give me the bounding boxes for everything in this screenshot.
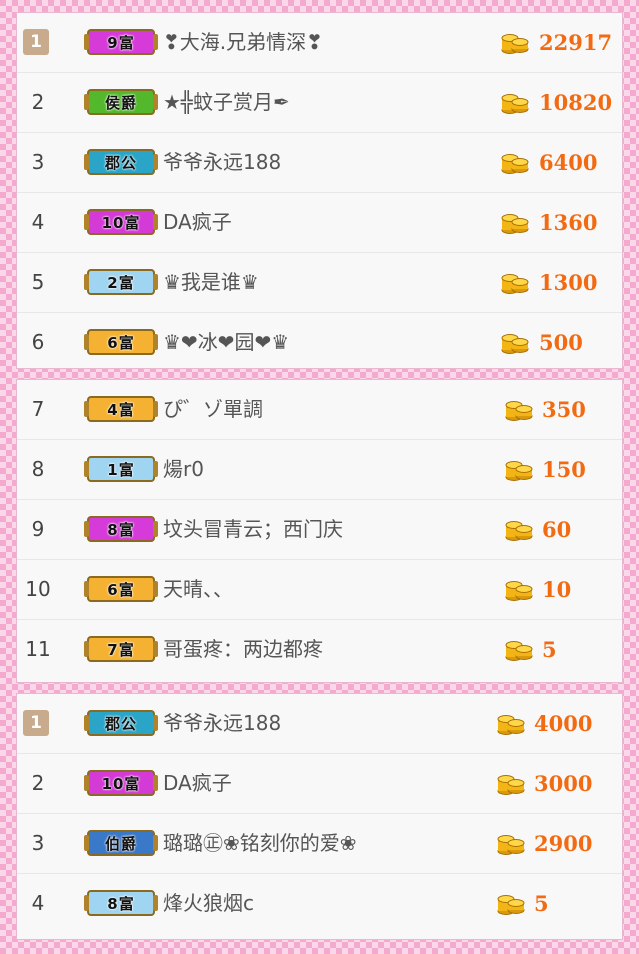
title-badge: 8富: [84, 516, 158, 542]
list-item[interactable]: 8 1富 煬r0 150: [17, 440, 622, 500]
player-name: ★╬蚊子赏月✒: [163, 90, 290, 114]
player-name: DA疯子: [163, 210, 232, 234]
player-name: ♛❤冰❤园❤♛: [163, 330, 290, 354]
list-item[interactable]: 6 6富 ♛❤冰❤园❤♛ 500: [17, 313, 622, 372]
score: 10820: [539, 90, 613, 115]
list-item[interactable]: 4 10富 DA疯子 1360: [17, 193, 622, 253]
gold-coins-icon: [501, 149, 529, 175]
title-badge: 伯爵: [84, 830, 158, 856]
gold-coins-icon: [501, 209, 529, 235]
gold-coins-icon: [501, 89, 529, 115]
score: 4000: [534, 711, 593, 736]
list-item[interactable]: 10 6富 天晴、、 10: [17, 560, 622, 620]
list-item[interactable]: 2 10富 DA疯子 3000: [17, 754, 622, 814]
rank-number: 11: [25, 637, 51, 661]
score: 3000: [534, 771, 593, 796]
score: 6400: [539, 150, 598, 175]
score: 1360: [539, 210, 598, 235]
list-item[interactable]: 4 8富 烽火狼烟c 5: [17, 874, 622, 933]
title-badge: 侯爵: [84, 89, 158, 115]
list-item[interactable]: 1 9富 ❣大海.兄弟情深❣ 22917: [17, 13, 622, 73]
list-item[interactable]: 1 郡公 爷爷永远188 4000: [17, 694, 622, 754]
score: 5: [542, 637, 557, 662]
score: 10: [542, 577, 572, 602]
title-badge: 郡公: [84, 710, 158, 736]
rank-number: 5: [31, 270, 45, 294]
gold-coins-icon: [497, 710, 525, 736]
rank-badge: 1: [23, 710, 49, 736]
list-item[interactable]: 11 7富 哥蛋疼：两边都疼 5: [17, 620, 622, 679]
title-badge: 2富: [84, 269, 158, 295]
score: 5: [534, 891, 549, 916]
list-item[interactable]: 3 伯爵 璐璐㊣❀铭刻你的爱❀ 2900: [17, 814, 622, 874]
title-badge: 郡公: [84, 149, 158, 175]
title-badge: 1富: [84, 456, 158, 482]
gold-coins-icon: [505, 576, 533, 602]
player-name: ♛我是谁♛: [163, 270, 259, 294]
player-name: 烽火狼烟c: [163, 891, 254, 915]
title-badge: 10富: [84, 770, 158, 796]
gold-coins-icon: [501, 329, 529, 355]
score: 500: [539, 330, 583, 355]
gold-coins-icon: [497, 770, 525, 796]
rank-number: 9: [31, 517, 45, 541]
score: 1300: [539, 270, 598, 295]
gold-coins-icon: [501, 269, 529, 295]
player-name: 天晴、、: [163, 577, 233, 601]
rank-number: 10: [25, 577, 51, 601]
rank-number: 3: [31, 150, 45, 174]
title-badge: 6富: [84, 576, 158, 602]
title-badge: 8富: [84, 890, 158, 916]
gold-coins-icon: [505, 396, 533, 422]
list-item[interactable]: 2 侯爵 ★╬蚊子赏月✒ 10820: [17, 73, 622, 133]
title-badge: 7富: [84, 636, 158, 662]
title-badge: 10富: [84, 209, 158, 235]
rank-number: 3: [31, 831, 45, 855]
player-name: 爷爷永远188: [163, 711, 282, 735]
score: 60: [542, 517, 572, 542]
title-badge: 9富: [84, 29, 158, 55]
score: 22917: [539, 30, 613, 55]
score: 2900: [534, 831, 593, 856]
player-name: 煬r0: [163, 457, 204, 481]
gold-coins-icon: [505, 636, 533, 662]
leaderboard-panel-3: 1 郡公 爷爷永远188 4000 2 10富 DA疯子 3000 3 伯爵 璐…: [16, 693, 623, 940]
player-name: ぴ゛ゾ單調: [163, 397, 263, 421]
list-item[interactable]: 7 4富 ぴ゛ゾ單調 350: [17, 380, 622, 440]
title-badge: 6富: [84, 329, 158, 355]
player-name: 坟头冒青云；西门庆: [163, 517, 343, 541]
list-item[interactable]: 9 8富 坟头冒青云；西门庆 60: [17, 500, 622, 560]
leaderboard-panel-1: 1 9富 ❣大海.兄弟情深❣ 22917 2 侯爵 ★╬蚊子赏月✒ 10820 …: [16, 12, 623, 369]
rank-number: 2: [31, 90, 45, 114]
rank-number: 8: [31, 457, 45, 481]
rank-number: 7: [31, 397, 45, 421]
rank-number: 4: [31, 891, 45, 915]
gold-coins-icon: [497, 890, 525, 916]
gold-coins-icon: [505, 456, 533, 482]
list-item[interactable]: 3 郡公 爷爷永远188 6400: [17, 133, 622, 193]
gold-coins-icon: [501, 29, 529, 55]
player-name: DA疯子: [163, 771, 232, 795]
player-name: 璐璐㊣❀铭刻你的爱❀: [163, 831, 357, 855]
rank-number: 6: [31, 330, 45, 354]
score: 150: [542, 457, 586, 482]
title-badge: 4富: [84, 396, 158, 422]
leaderboard-panel-2: 7 4富 ぴ゛ゾ單調 350 8 1富 煬r0 150 9 8富 坟头冒青云；西…: [16, 379, 623, 683]
player-name: 哥蛋疼：两边都疼: [163, 637, 323, 661]
gold-coins-icon: [505, 516, 533, 542]
player-name: 爷爷永远188: [163, 150, 282, 174]
score: 350: [542, 397, 586, 422]
rank-number: 2: [31, 771, 45, 795]
list-item[interactable]: 5 2富 ♛我是谁♛ 1300: [17, 253, 622, 313]
rank-badge: 1: [23, 29, 49, 55]
gold-coins-icon: [497, 830, 525, 856]
rank-number: 4: [31, 210, 45, 234]
player-name: ❣大海.兄弟情深❣: [163, 30, 323, 54]
